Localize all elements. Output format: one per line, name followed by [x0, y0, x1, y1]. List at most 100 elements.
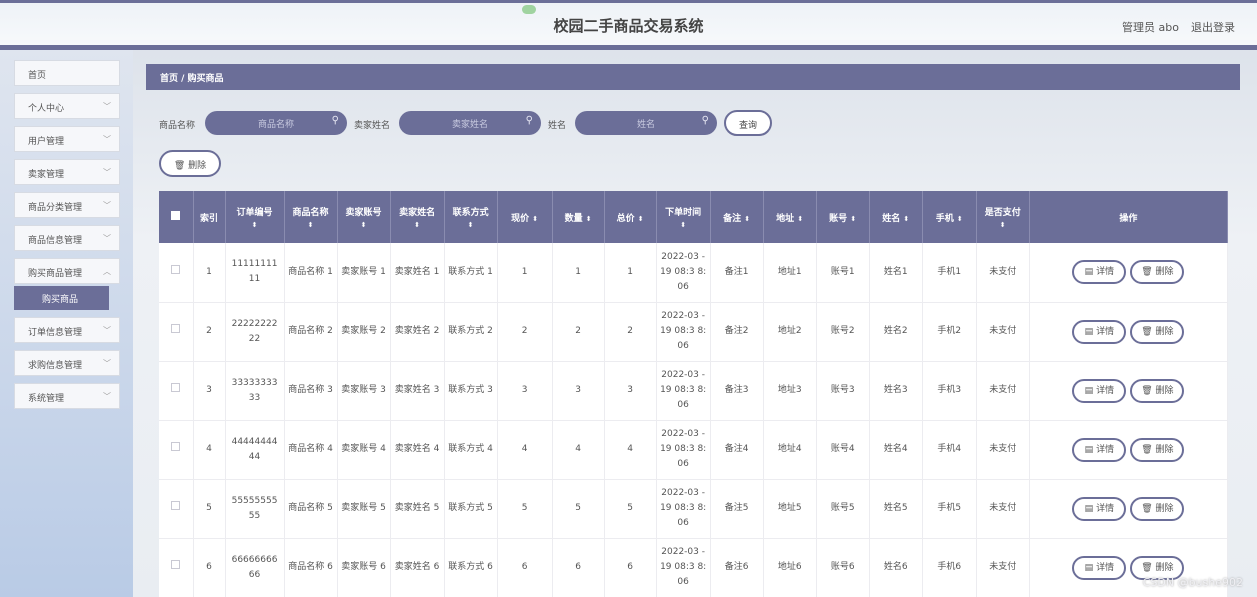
cell-goods-name: 商品名称 4	[284, 420, 338, 480]
row-checkbox[interactable]	[159, 538, 194, 597]
sidebar-item-label: 个人中心	[28, 104, 65, 114]
cell-seller-name: 卖家姓名 5	[390, 479, 445, 539]
trash-icon: 🗑	[173, 161, 186, 171]
row-checkbox[interactable]	[159, 420, 194, 480]
row-checkbox[interactable]	[159, 479, 194, 539]
cell-account: 账号1	[816, 243, 870, 303]
delete-label: 删除	[1155, 562, 1174, 573]
cell-address: 地址4	[763, 420, 817, 480]
detail-button[interactable]: ▤ 详情	[1072, 496, 1127, 521]
logout-link[interactable]: 退出登录	[1191, 19, 1235, 35]
header-order-no[interactable]: 订单编号 ⬍	[225, 191, 285, 243]
cell-seller-account: 卖家账号 4	[337, 420, 391, 480]
cell-quantity: 5	[552, 479, 605, 539]
sidebar-item-user-management[interactable]: 用户管理 ﹀	[14, 126, 120, 152]
sidebar-item-goods-management[interactable]: 商品信息管理 ﹀	[14, 225, 120, 251]
cell-actions: ▤ 详情 🗑 删除	[1029, 302, 1228, 362]
detail-button[interactable]: ▤ 详情	[1072, 260, 1127, 285]
detail-label: 详情	[1096, 385, 1115, 396]
trash-icon: 🗑	[1141, 267, 1153, 278]
chevron-down-icon: ﹀	[103, 234, 111, 243]
sidebar-item-order-management[interactable]: 订单信息管理 ﹀	[14, 317, 120, 343]
sidebar-item-seller-management[interactable]: 卖家管理 ﹀	[14, 159, 120, 185]
detail-button[interactable]: ▤ 详情	[1072, 555, 1127, 580]
header-label: 订单编号	[236, 208, 273, 218]
cell-seller-account: 卖家账号 2	[337, 302, 391, 362]
header-name[interactable]: 姓名 ⬍	[869, 191, 923, 243]
header-address[interactable]: 地址 ⬍	[763, 191, 817, 243]
cell-phone: 手机4	[922, 420, 977, 480]
delete-button[interactable]: 🗑 删除	[1130, 378, 1185, 403]
sidebar-item-label: 用户管理	[28, 137, 65, 147]
header-contact[interactable]: 联系方式 ⬍	[444, 191, 498, 243]
name-input[interactable]: 姓名 ⚲	[575, 111, 717, 135]
cell-address: 地址6	[763, 538, 817, 597]
sidebar-item-wanted-management[interactable]: 求购信息管理 ﹀	[14, 350, 120, 376]
header-paid[interactable]: 是否支付 ⬍	[976, 191, 1030, 243]
header-quantity[interactable]: 数量 ⬍	[552, 191, 605, 243]
sidebar-item-personal-center[interactable]: 个人中心 ﹀	[14, 93, 120, 119]
header-label: 姓名	[882, 213, 901, 224]
cell-note: 备注5	[710, 479, 764, 539]
delete-button[interactable]: 🗑 删除	[1130, 437, 1185, 462]
sort-icon: ⬍	[585, 214, 592, 223]
detail-label: 详情	[1096, 326, 1115, 337]
delete-label: 删除	[1155, 267, 1174, 278]
batch-delete-button[interactable]: 🗑 删除	[159, 150, 221, 177]
header-total[interactable]: 总价 ⬍	[604, 191, 657, 243]
header-note[interactable]: 备注 ⬍	[710, 191, 764, 243]
row-checkbox[interactable]	[159, 361, 194, 421]
cell-order-time: 2022-03 -19 08:3 8:06	[656, 479, 711, 539]
sort-icon: ⬍	[251, 221, 258, 229]
header-label: 地址	[776, 213, 795, 224]
cell-actions: ▤ 详情 🗑 删除	[1029, 420, 1228, 480]
cell-contact: 联系方式 5	[444, 479, 498, 539]
sidebar-item-label: 订单信息管理	[28, 328, 83, 338]
header-phone[interactable]: 手机 ⬍	[922, 191, 977, 243]
watermark: CSDN @bushe902	[1142, 576, 1243, 589]
sidebar-item-purchase-management[interactable]: 购买商品管理 ︿	[14, 258, 120, 284]
sidebar-item-category-management[interactable]: 商品分类管理 ﹀	[14, 192, 120, 218]
goods-name-input[interactable]: 商品名称 ⚲	[205, 111, 347, 135]
sort-icon: ⬍	[414, 221, 420, 229]
delete-button[interactable]: 🗑 删除	[1130, 260, 1185, 285]
cell-contact: 联系方式 6	[444, 538, 498, 597]
header-order-time[interactable]: 下单时间 ⬍	[656, 191, 711, 243]
detail-icon: ▤	[1084, 444, 1094, 455]
detail-button[interactable]: ▤ 详情	[1072, 378, 1127, 403]
cell-quantity: 2	[552, 302, 605, 362]
cell-order-time: 2022-03 -19 08:3 8:06	[656, 361, 711, 421]
chevron-down-icon: ﹀	[103, 392, 111, 401]
sidebar-item-label: 首页	[28, 71, 47, 81]
sidebar-item-home[interactable]: 首页	[14, 60, 120, 86]
header-account[interactable]: 账号 ⬍	[816, 191, 870, 243]
row-checkbox[interactable]	[159, 302, 194, 362]
sidebar-subitem-purchase[interactable]: 购买商品	[14, 286, 109, 310]
header-goods-name[interactable]: 商品名称 ⬍	[284, 191, 338, 243]
header-seller-account[interactable]: 卖家账号 ⬍	[337, 191, 391, 243]
notification-dot	[522, 5, 536, 14]
cell-account: 账号4	[816, 420, 870, 480]
delete-label: 删除	[1155, 444, 1174, 455]
cell-account: 账号5	[816, 479, 870, 539]
header-seller-name[interactable]: 卖家姓名 ⬍	[390, 191, 445, 243]
sort-icon: ⬍	[850, 214, 857, 223]
table-row: 2 22222222 22 商品名称 2 卖家账号 2 卖家姓名 2 联系方式 22222…	[159, 302, 1228, 362]
delete-button[interactable]: 🗑 删除	[1130, 496, 1185, 521]
chevron-down-icon: ﹀	[103, 326, 111, 335]
sidebar-item-system-management[interactable]: 系统管理 ﹀	[14, 383, 120, 409]
query-button[interactable]: 查询	[724, 110, 772, 136]
sort-icon: ⬍	[903, 214, 910, 223]
seller-name-input[interactable]: 卖家姓名 ⚲	[399, 111, 541, 135]
cell-order-no: 11111111 11	[225, 243, 285, 303]
seller-name-placeholder: 卖家姓名	[451, 120, 488, 130]
select-all-checkbox[interactable]	[159, 191, 194, 243]
row-checkbox[interactable]	[159, 243, 194, 303]
detail-button[interactable]: ▤ 详情	[1072, 319, 1127, 344]
trash-icon: 🗑	[1141, 503, 1153, 514]
header-price[interactable]: 现价 ⬍	[497, 191, 553, 243]
cell-price: 3	[497, 361, 553, 421]
cell-address: 地址1	[763, 243, 817, 303]
detail-button[interactable]: ▤ 详情	[1072, 437, 1127, 462]
delete-button[interactable]: 🗑 删除	[1130, 319, 1185, 344]
